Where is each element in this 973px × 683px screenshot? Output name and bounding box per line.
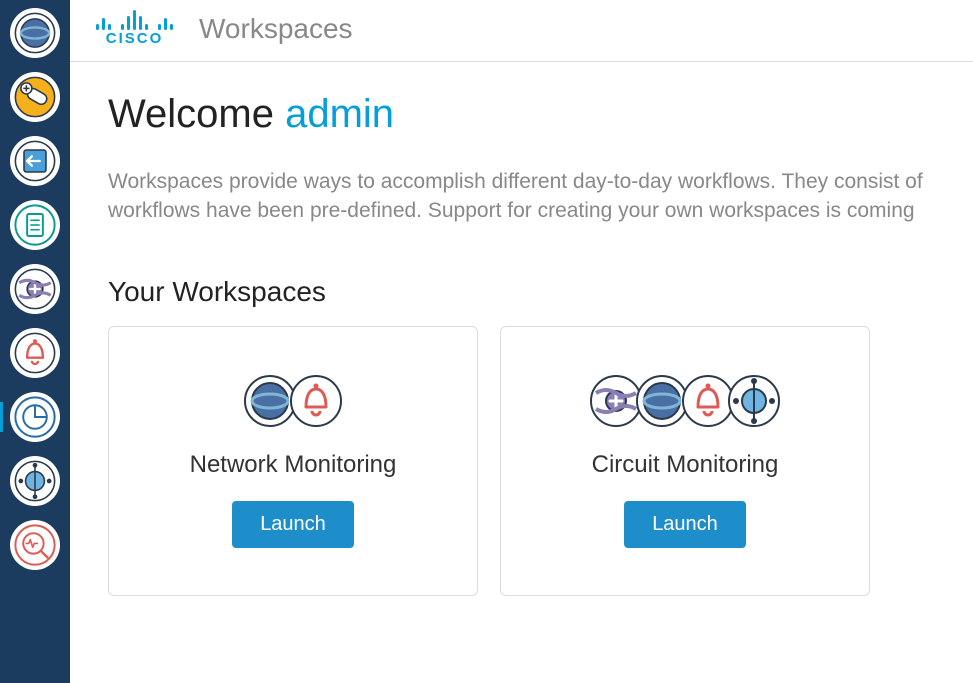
welcome-heading: Welcome admin (108, 92, 973, 137)
main: CISCO Workspaces Welcome admin Workspace… (70, 0, 973, 683)
sidebar (0, 0, 70, 683)
header: CISCO Workspaces (70, 0, 973, 62)
welcome-prefix: Welcome (108, 92, 285, 136)
sidebar-bell-icon[interactable] (10, 328, 60, 378)
brand-text: CISCO (106, 30, 164, 47)
card-title: Network Monitoring (190, 451, 397, 479)
sidebar-add-pill-icon[interactable] (10, 72, 60, 122)
description: Workspaces provide ways to accomplish di… (108, 167, 973, 226)
welcome-username: admin (285, 92, 394, 136)
card-network-monitoring: Network Monitoring Launch (108, 326, 478, 596)
card-circuit-monitoring: Circuit Monitoring Launch (500, 326, 870, 596)
sidebar-globe-icon[interactable] (10, 8, 60, 58)
workspace-cards: Network Monitoring Launch Circuit Monito… (108, 326, 973, 596)
section-title: Your Workspaces (108, 276, 973, 308)
card-title: Circuit Monitoring (592, 451, 779, 479)
page-title: Workspaces (199, 13, 353, 45)
content: Welcome admin Workspaces provide ways to… (70, 62, 973, 626)
sidebar-chart-icon[interactable] (10, 392, 60, 442)
launch-button[interactable]: Launch (624, 501, 746, 548)
bell-icon (288, 373, 344, 429)
sidebar-import-icon[interactable] (10, 136, 60, 186)
launch-button[interactable]: Launch (232, 501, 354, 548)
sidebar-search-pulse-icon[interactable] (10, 520, 60, 570)
card-icons (588, 373, 782, 429)
topology-icon (726, 373, 782, 429)
cisco-bars-icon (96, 10, 173, 30)
sidebar-add-circuit-icon[interactable] (10, 264, 60, 314)
sidebar-document-icon[interactable] (10, 200, 60, 250)
card-icons (242, 373, 344, 429)
cisco-logo: CISCO (96, 10, 173, 47)
sidebar-topology-icon[interactable] (10, 456, 60, 506)
